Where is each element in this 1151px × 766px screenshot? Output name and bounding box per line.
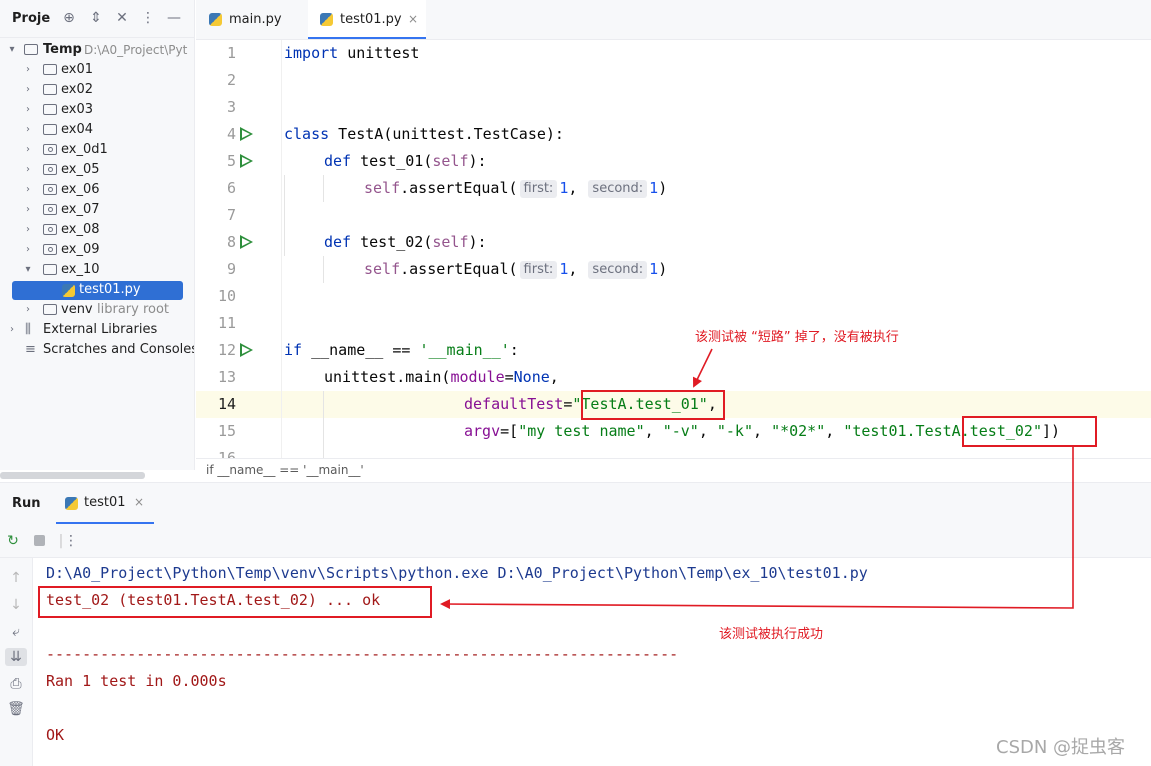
- annotation-arrows: [440, 348, 1074, 610]
- arrow-to-console-result: [440, 447, 1074, 610]
- watermark: CSDN @捉虫客: [996, 737, 1126, 758]
- arrow-to-defaulttest: [693, 348, 713, 388]
